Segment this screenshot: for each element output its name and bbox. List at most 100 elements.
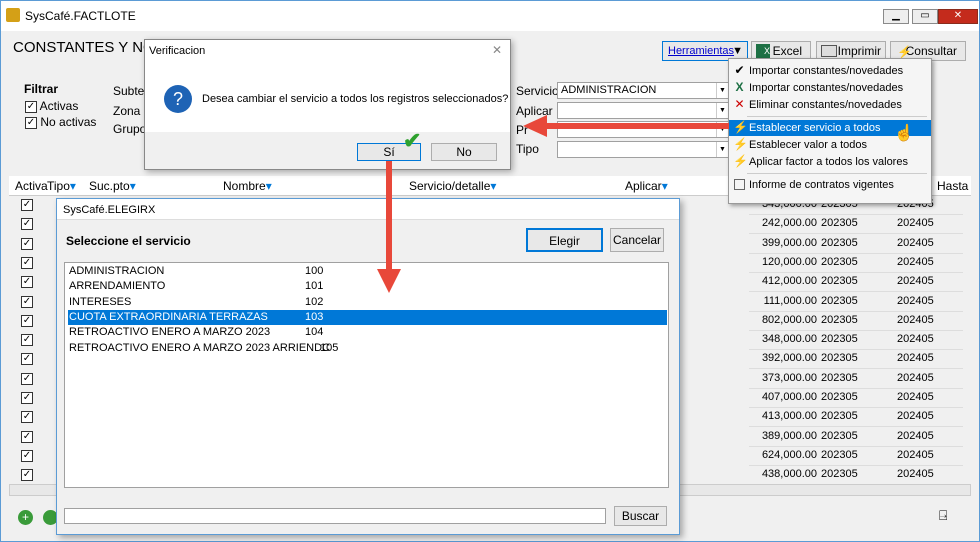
activas-label: Activas [39, 99, 79, 113]
grid-cell: 202405 [897, 255, 934, 268]
row-checkbox[interactable]: ✓ [21, 218, 33, 231]
list-item[interactable]: ADMINISTRACION 100 [68, 264, 667, 279]
grid-cell: 202305 [821, 294, 858, 307]
row-checkbox[interactable]: ✓ [21, 295, 33, 308]
service-code: 100 [305, 265, 324, 277]
col-suc[interactable]: Suc.pto▾ [89, 179, 136, 193]
grid-cell: 202405 [897, 275, 934, 288]
menu-item-importar-2[interactable]: X Importar constantes/novedades [729, 80, 931, 96]
filtrar-label: Filtrar [24, 82, 59, 96]
grid-cell: 399,000.00 [761, 236, 817, 249]
close-button[interactable]: ✕ [938, 9, 978, 24]
grid-cell: 202305 [821, 352, 858, 365]
grid-cell: 348,000.00 [761, 333, 817, 346]
row-checkbox[interactable]: ✓ [21, 469, 33, 482]
grid-cell: 202405 [897, 371, 934, 384]
tipo-select[interactable]: ▼ [557, 141, 729, 158]
zona-label: Zona [113, 104, 141, 118]
list-item[interactable]: RETROACTIVO ENERO A MARZO 2023 104 [68, 325, 667, 340]
service-code: 102 [305, 295, 324, 308]
add-icon[interactable]: + [18, 510, 33, 525]
menu-item-label: Informe de contratos vigentes [749, 179, 894, 191]
check-icon: ✓ [25, 100, 37, 113]
row-checkbox[interactable]: ✓ [21, 276, 33, 289]
report-icon [734, 179, 745, 190]
list-item[interactable]: INTERESES 102 [68, 295, 667, 310]
cancelar-button[interactable]: Cancelar [610, 228, 664, 252]
grid-cell: 202305 [821, 333, 858, 346]
row-divider [749, 426, 963, 428]
service-name: ADMINISTRACION [69, 265, 165, 277]
grid-cell: 202405 [897, 294, 934, 307]
annotation-arrow [546, 123, 729, 129]
list-item[interactable]: ARRENDAMIENTO 101 [68, 279, 667, 294]
col-aplicar[interactable]: Aplicar▾ [625, 179, 668, 193]
aplicar-select[interactable]: ▼ [557, 102, 729, 119]
activas-checkbox[interactable]: ✓ Activas [25, 99, 78, 113]
page-heading: CONSTANTES Y NOV [13, 39, 165, 56]
exit-icon[interactable]: ⍈ [939, 507, 955, 523]
imprimir-label: Imprimir [837, 44, 881, 58]
elegir-heading: Seleccione el servicio [66, 234, 191, 248]
menu-item-aplicar-factor[interactable]: ⚡ Aplicar factor a todos los valores [729, 154, 931, 170]
grid-cell: 373,000.00 [761, 371, 817, 384]
lightning-icon: ⚡ [733, 154, 748, 168]
elegir-button[interactable]: Elegir [526, 228, 603, 252]
menu-item-informe[interactable]: Informe de contratos vigentes [729, 177, 931, 193]
no-button[interactable]: No [431, 143, 497, 161]
row-checkbox[interactable]: ✓ [21, 334, 33, 347]
menu-item-label: Importar constantes/novedades [749, 65, 904, 77]
menu-item-eliminar[interactable]: ✕ Eliminar constantes/novedades [729, 97, 931, 113]
col-servicio[interactable]: Servicio/detalle▾ [409, 179, 496, 193]
row-checkbox[interactable]: ✓ [21, 314, 33, 327]
no-activas-checkbox[interactable]: ✓ No activas [25, 115, 96, 129]
menu-separator [747, 116, 927, 117]
menu-item-label: Eliminar constantes/novedades [749, 99, 902, 111]
grid-cell: 202305 [821, 468, 858, 481]
row-divider [749, 464, 963, 466]
row-checkbox[interactable]: ✓ [21, 392, 33, 404]
grid-cell: 202405 [897, 333, 934, 346]
col-nombre-label: Nombre [223, 179, 266, 193]
filter-icon: ▾ [490, 179, 497, 193]
col-activa[interactable]: Activa [15, 179, 48, 193]
arrow-head-icon [523, 115, 547, 137]
row-checkbox[interactable]: ✓ [21, 256, 33, 269]
row-divider [749, 387, 963, 389]
servicio-label: Servicio [516, 84, 559, 98]
service-name: RETROACTIVO ENERO A MARZO 2023 [69, 326, 271, 339]
buscar-button[interactable]: Buscar [614, 506, 667, 526]
col-servicio-label: Servicio/detalle [409, 179, 491, 193]
search-input[interactable] [64, 508, 606, 524]
service-code: 104 [305, 326, 324, 339]
minimize-button[interactable]: ▁ [883, 9, 909, 24]
col-hasta[interactable]: Hasta [937, 179, 968, 193]
elegir-window: SysCafé.ELEGIRX Seleccione el servicio E… [56, 198, 680, 535]
row-checkbox[interactable]: ✓ [21, 237, 33, 250]
grid-cell: 202305 [821, 371, 858, 384]
list-item[interactable]: RETROACTIVO ENERO A MARZO 2023 ARRIENDC 1… [68, 341, 667, 356]
chevron-down-icon: ▼ [716, 142, 728, 157]
window-title: SysCafé.FACTLOTE [25, 9, 136, 23]
grid-cell: 202405 [897, 448, 934, 461]
row-checkbox[interactable]: ✓ [21, 353, 33, 366]
row-checkbox[interactable]: ✓ [21, 430, 33, 443]
tipo-label: Tipo [516, 142, 539, 156]
row-checkbox[interactable]: ✓ [21, 372, 33, 385]
row-checkbox[interactable]: ✓ [21, 449, 33, 462]
maximize-button[interactable]: ▭ [912, 9, 938, 24]
servicio-select[interactable]: ADMINISTRACION ▼ [557, 82, 729, 99]
grid-cell: 242,000.00 [761, 217, 817, 230]
col-tipo[interactable]: Tipo▾ [47, 179, 76, 193]
filter-icon: ▾ [69, 179, 76, 193]
row-checkbox[interactable]: ✓ [21, 199, 33, 211]
menu-item-importar-1[interactable]: ✔ Importar constantes/novedades [729, 63, 931, 79]
grid-cell: 202305 [821, 448, 858, 461]
row-divider [749, 291, 963, 293]
row-checkbox[interactable]: ✓ [21, 411, 33, 424]
col-nombre[interactable]: Nombre▾ [223, 179, 272, 193]
row-divider [749, 310, 963, 312]
dialog-close-icon[interactable]: ✕ [492, 43, 502, 57]
list-item[interactable]: CUOTA EXTRAORDINARIA TERRAZAS 103 [68, 309, 667, 325]
grid-cell: 202305 [821, 410, 858, 423]
